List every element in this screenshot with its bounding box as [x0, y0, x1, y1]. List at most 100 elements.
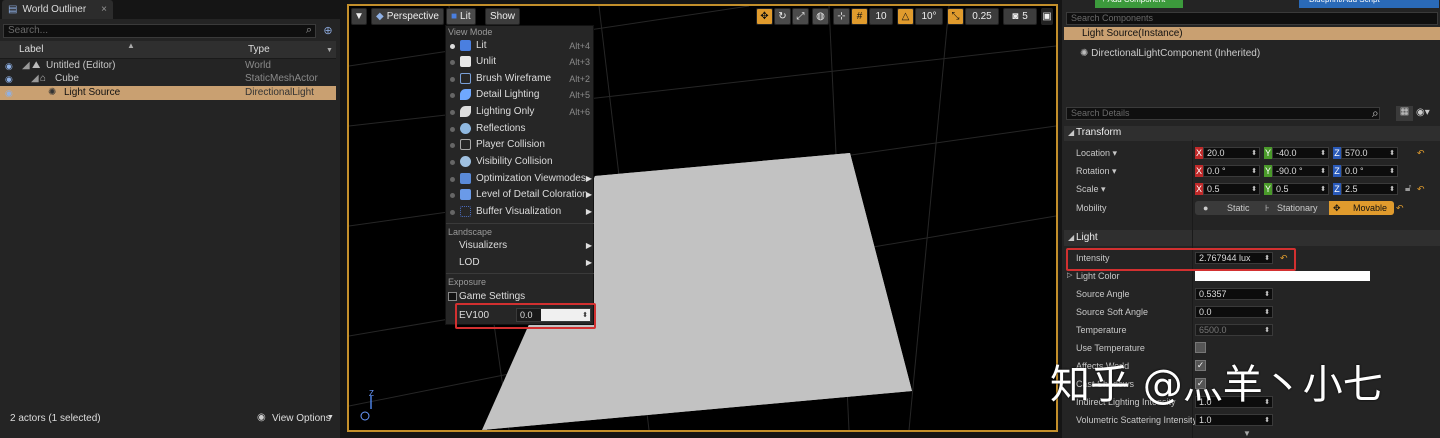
grid-snap-icon[interactable]: #: [851, 8, 868, 25]
advanced-expand-icon[interactable]: ▼: [1243, 429, 1251, 438]
component-row[interactable]: ✺ DirectionalLightComponent (Inherited): [1080, 48, 1260, 59]
expand-arrow-icon[interactable]: ◢: [22, 59, 30, 73]
world-outliner-tab[interactable]: ▤ World Outliner ×: [2, 0, 113, 19]
spin-arrows-icon[interactable]: ⬍: [1251, 167, 1257, 177]
spin-arrows-icon[interactable]: ⬍: [1264, 326, 1270, 336]
spin-arrows-icon[interactable]: ⬍: [1320, 167, 1326, 177]
menu-item-brush-wireframe[interactable]: Brush Wireframe Alt+2: [446, 71, 594, 87]
label-column-header[interactable]: Label: [19, 44, 43, 55]
location-z-field[interactable]: 570.0 ⬍: [1341, 147, 1398, 159]
game-settings-checkbox[interactable]: [448, 292, 457, 301]
outliner-row-light-source[interactable]: ◉ ✺ Light Source DirectionalLight: [0, 86, 336, 100]
rotate-tool-icon[interactable]: ↻: [774, 8, 791, 25]
menu-item-player-collision[interactable]: Player Collision: [446, 137, 594, 153]
location-y-field[interactable]: -40.0 ⬍: [1272, 147, 1329, 159]
volumetric-scattering-field[interactable]: 1.0 ⬍: [1195, 414, 1273, 426]
translate-tool-icon[interactable]: ✥: [756, 8, 773, 25]
lit-sphere-icon: [460, 40, 471, 51]
component-instance-row[interactable]: Light Source(Instance): [1064, 27, 1440, 40]
menu-item-visibility-collision[interactable]: Visibility Collision: [446, 154, 594, 170]
scale-y-field[interactable]: 0.5 ⬍: [1272, 183, 1329, 195]
mobility-movable-option[interactable]: ✥ Movable: [1329, 201, 1394, 215]
mobility-static-option[interactable]: ● Static: [1197, 201, 1261, 215]
reset-to-default-icon[interactable]: ↶: [1417, 148, 1425, 159]
spin-arrows-icon[interactable]: ⬍: [1251, 149, 1257, 159]
view-options-button[interactable]: View Options: [272, 413, 331, 424]
menu-item-detail-lighting[interactable]: Detail Lighting Alt+5: [446, 87, 594, 103]
rotation-x-field[interactable]: 0.0 ° ⬍: [1203, 165, 1260, 177]
show-button[interactable]: Show: [485, 8, 521, 25]
lock-icon[interactable]: 🔓︎: [1405, 183, 1411, 194]
rotation-z-field[interactable]: 0.0 ° ⬍: [1341, 165, 1398, 177]
spin-arrows-icon[interactable]: ⬍: [1320, 185, 1326, 195]
menu-item-unlit[interactable]: Unlit Alt+3: [446, 54, 594, 70]
spin-arrows-icon[interactable]: ⬍: [1389, 167, 1395, 177]
temperature-field[interactable]: 6500.0 ⬍: [1195, 324, 1273, 336]
menu-item-lod-coloration[interactable]: Level of Detail Coloration ▶: [446, 187, 594, 203]
column-dropdown-icon[interactable]: ▼: [326, 47, 333, 54]
spin-arrows-icon[interactable]: ⬍: [1264, 308, 1270, 318]
menu-item-lit[interactable]: Lit Alt+4: [446, 38, 594, 54]
menu-item-visualizers[interactable]: Visualizers ▶: [446, 238, 594, 254]
surface-snapping-icon[interactable]: ⊹: [833, 8, 850, 25]
rotation-snap-icon[interactable]: △: [897, 8, 914, 25]
scale-z-field[interactable]: 2.5 ⬍: [1341, 183, 1398, 195]
outliner-search-input[interactable]: Search...: [3, 24, 316, 38]
rotation-label[interactable]: Rotation ▾: [1076, 166, 1117, 177]
menu-item-lighting-only[interactable]: Lighting Only Alt+6: [446, 104, 594, 120]
menu-item-reflections[interactable]: Reflections: [446, 121, 594, 137]
scale-label[interactable]: Scale ▾: [1076, 184, 1106, 195]
light-section-header[interactable]: ◢ Light: [1064, 230, 1440, 246]
search-icon[interactable]: ⌕: [1372, 106, 1379, 121]
world-coordinates-icon[interactable]: ◍: [812, 8, 829, 25]
mobility-stationary-option[interactable]: ⊦ Stationary: [1261, 201, 1327, 215]
grid-snap-value[interactable]: 10: [869, 8, 893, 25]
camera-speed-button[interactable]: ◙ 5: [1003, 8, 1037, 25]
blueprint-button[interactable]: Blueprint/Add Script: [1299, 0, 1439, 8]
maximize-viewport-icon[interactable]: ▣: [1041, 8, 1053, 25]
visibility-eye-icon[interactable]: ◉: [5, 72, 13, 86]
search-details-input[interactable]: Search Details: [1066, 107, 1380, 120]
transform-section-header[interactable]: ◢ Transform: [1064, 126, 1440, 141]
visibility-eye-icon[interactable]: ◉▾: [1416, 107, 1430, 118]
view-options-dropdown-icon[interactable]: ▼: [327, 414, 334, 421]
reset-to-default-icon[interactable]: ↶: [1396, 203, 1404, 214]
scale-snap-value[interactable]: 0.25: [965, 8, 999, 25]
spin-arrows-icon[interactable]: ⬍: [1389, 149, 1395, 159]
scale-snap-icon[interactable]: ⤡: [947, 8, 964, 25]
rotation-y-field[interactable]: -90.0 ° ⬍: [1272, 165, 1329, 177]
scale-tool-icon[interactable]: ⤢: [792, 8, 809, 25]
spin-arrows-icon[interactable]: ⬍: [1320, 149, 1326, 159]
source-angle-field[interactable]: 0.5357 ⬍: [1195, 288, 1273, 300]
search-components-input[interactable]: Search Components: [1066, 12, 1438, 25]
expand-arrow-icon[interactable]: ◢: [31, 72, 39, 86]
menu-item-buffer-visualization[interactable]: Buffer Visualization ▶: [446, 204, 594, 220]
spin-arrows-icon[interactable]: ⬍: [1264, 416, 1270, 426]
location-label[interactable]: Location ▾: [1076, 148, 1117, 159]
menu-item-optimization-viewmodes[interactable]: Optimization Viewmodes ▶: [446, 171, 594, 187]
type-column-header[interactable]: Type: [248, 44, 270, 55]
outliner-row-world[interactable]: ◉ ◢ ⛰ Untitled (Editor) World: [0, 59, 336, 73]
light-color-swatch[interactable]: [1195, 271, 1370, 281]
visibility-eye-icon[interactable]: ◉: [5, 59, 13, 73]
location-x-field[interactable]: 20.0 ⬍: [1203, 147, 1260, 159]
expand-arrow-icon[interactable]: ▷: [1067, 271, 1072, 279]
visibility-eye-icon[interactable]: ◉: [5, 86, 13, 100]
spin-arrows-icon[interactable]: ⬍: [1264, 290, 1270, 300]
close-tab-icon[interactable]: ×: [101, 4, 107, 15]
source-soft-angle-field[interactable]: 0.0 ⬍: [1195, 306, 1273, 318]
spin-arrows-icon[interactable]: ⬍: [1389, 185, 1395, 195]
outliner-row-cube[interactable]: ◉ ◢ ⌂ Cube StaticMeshActor: [0, 72, 336, 86]
view-mode-lit-button[interactable]: ■ Lit: [446, 8, 476, 25]
viewport-options-button[interactable]: ▼: [351, 8, 367, 25]
scale-x-field[interactable]: 0.5 ⬍: [1203, 183, 1260, 195]
rotation-snap-value[interactable]: 10°: [915, 8, 943, 25]
search-icon[interactable]: ⌕: [302, 24, 316, 38]
add-component-button[interactable]: + Add Component: [1095, 0, 1183, 8]
perspective-button[interactable]: ◆ Perspective: [371, 8, 444, 25]
menu-item-lod[interactable]: LOD ▶: [446, 255, 594, 271]
spin-arrows-icon[interactable]: ⬍: [1251, 185, 1257, 195]
property-matrix-icon[interactable]: ▦: [1396, 106, 1413, 121]
create-folder-icon[interactable]: ⊕: [321, 24, 335, 38]
reset-to-default-icon[interactable]: ↶: [1417, 184, 1425, 195]
